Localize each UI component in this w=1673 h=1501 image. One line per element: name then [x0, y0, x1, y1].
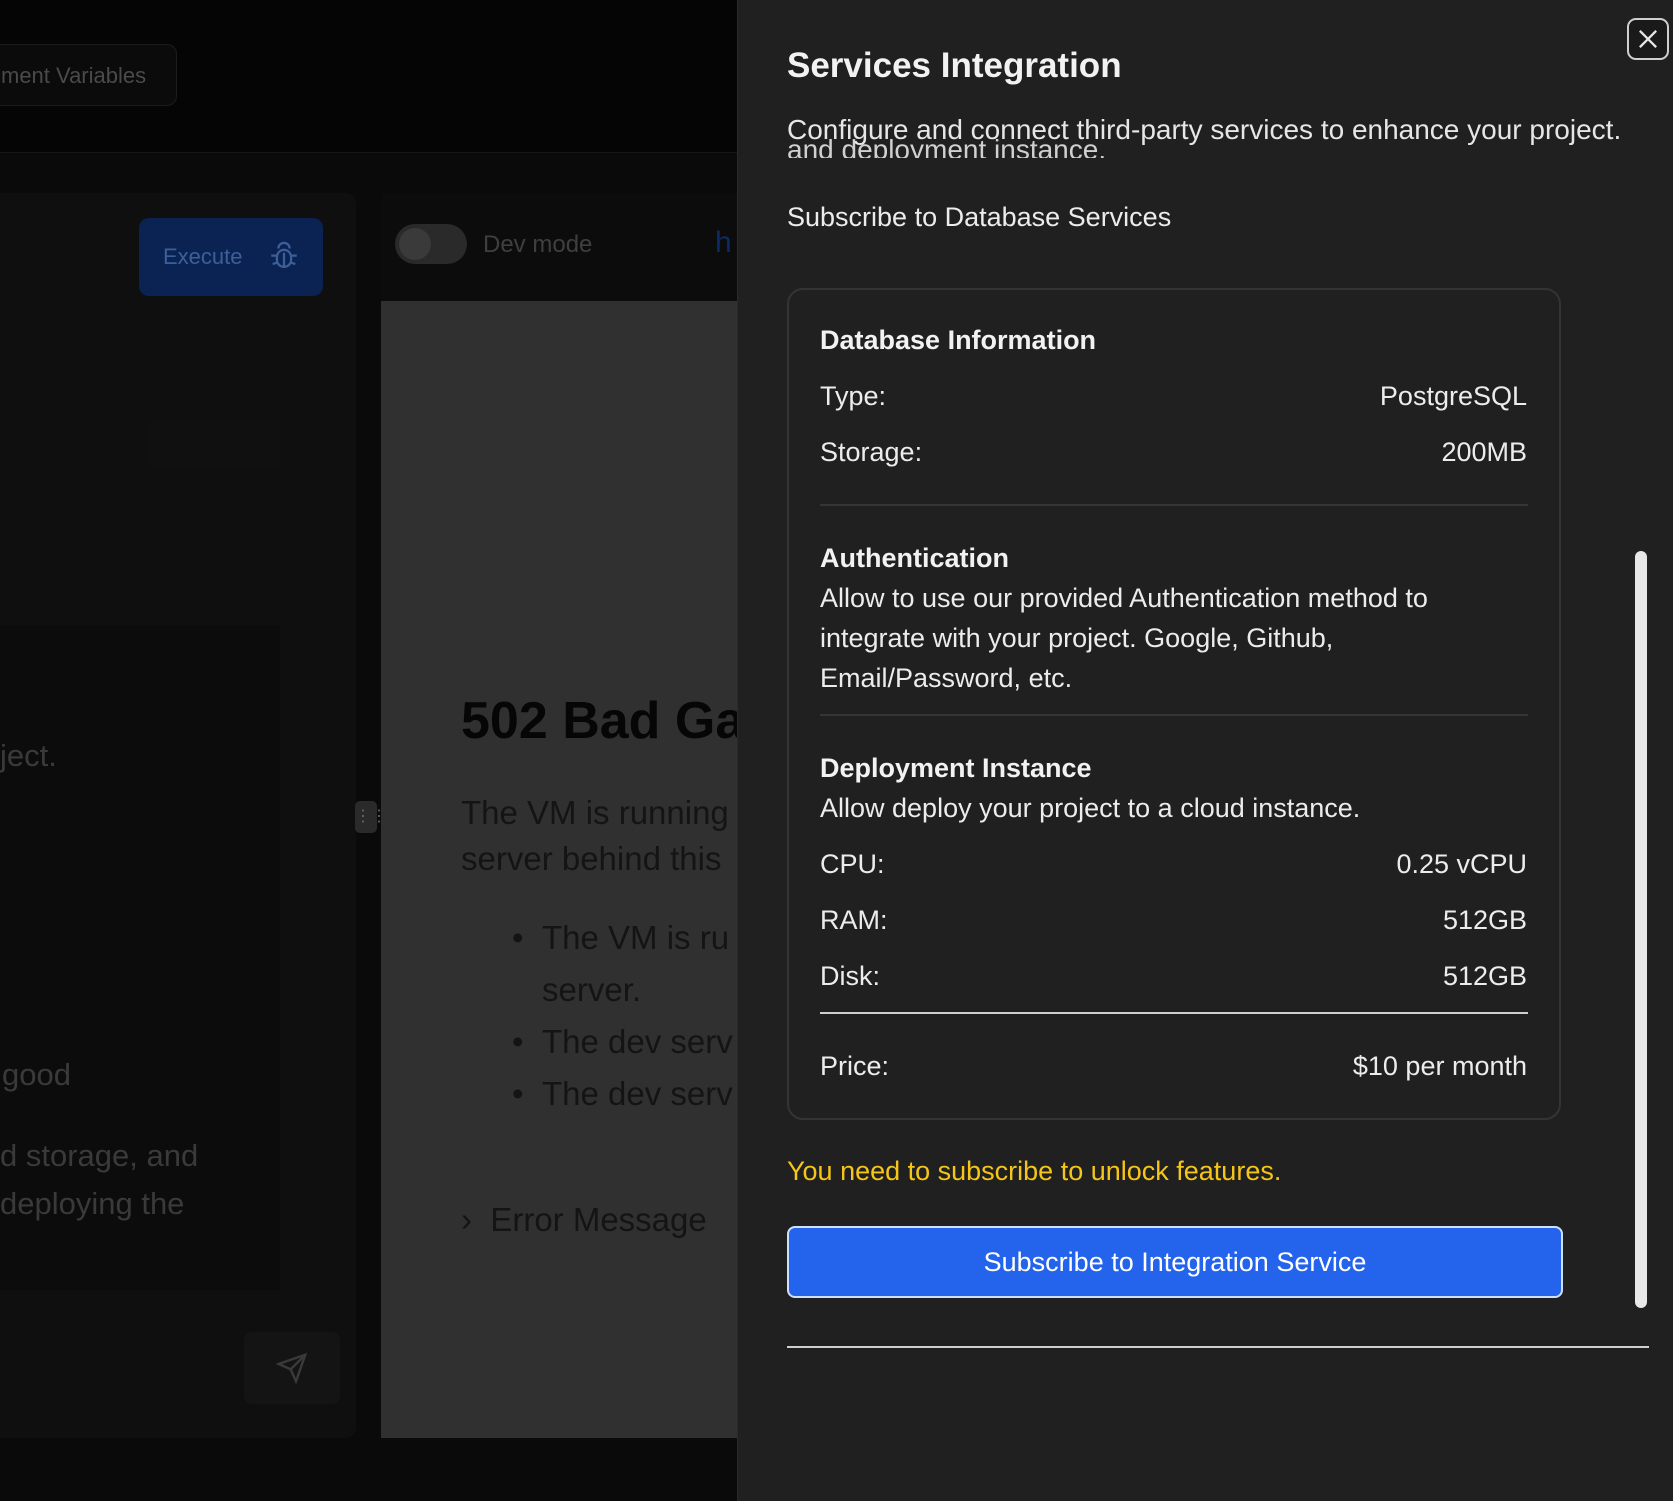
cpu-label: CPU: [820, 849, 885, 879]
cpu-value: 0.25 vCPU [1396, 849, 1527, 879]
disk-value: 512GB [1442, 961, 1527, 991]
send-button[interactable] [244, 1332, 340, 1404]
error-message-label: Error Message [490, 1201, 707, 1238]
close-button[interactable] [1627, 18, 1669, 60]
top-bar: ment Variables [0, 0, 737, 153]
type-label: Type: [820, 381, 887, 411]
authentication-heading: Authentication [820, 543, 1009, 573]
environment-variables-tab-label: ment Variables [1, 63, 147, 88]
bug-icon [271, 241, 297, 269]
storage-value: 200MB [1441, 437, 1527, 467]
drag-handle-icon[interactable]: ⋮⋮ [355, 801, 387, 833]
chat-text-fragment: deploying the [0, 1186, 185, 1221]
price-value: $10 per month [1352, 1051, 1527, 1081]
drawer-title: Services Integration [787, 46, 1122, 85]
ram-label: RAM: [820, 905, 888, 935]
error-text-line: server behind this [461, 840, 722, 877]
error-text-line: The VM is running [461, 794, 729, 831]
dev-mode-toggle[interactable] [395, 224, 467, 264]
deployment-heading: Deployment Instance [820, 753, 1092, 783]
disk-label: Disk: [820, 961, 880, 991]
ram-value: 512GB [1442, 905, 1527, 935]
background-app: ment Variables Execute ject. good d stor… [0, 0, 737, 1501]
authentication-description: Allow to use our provided Authentication… [820, 583, 1428, 693]
subscribe-button[interactable]: Subscribe to Integration Service [787, 1226, 1563, 1298]
storage-label: Storage: [820, 437, 923, 467]
database-heading: Database Information [820, 325, 1097, 355]
close-icon [1639, 30, 1657, 48]
deployment-description: Allow deploy your project to a cloud ins… [820, 793, 1361, 823]
service-info-card [787, 288, 1561, 1120]
error-bullet-continuation: server. [542, 971, 642, 1008]
drawer-scrollbar[interactable] [1635, 551, 1647, 1308]
url-fragment: h [715, 226, 732, 259]
placeholder-block [150, 420, 280, 468]
chat-text-fragment: ject. [0, 738, 57, 773]
subscription-warning: You need to subscribe to unlock features… [787, 1156, 1282, 1186]
chat-text-fragment: d storage, and [0, 1138, 199, 1173]
toggle-knob [399, 228, 431, 260]
price-label: Price: [820, 1051, 890, 1081]
footer-divider [787, 1346, 1649, 1348]
drawer-subtitle: Configure and connect third-party servic… [787, 114, 1622, 145]
environment-variables-tab[interactable]: ment Variables [0, 44, 177, 106]
divider [820, 714, 1528, 716]
error-message-toggle[interactable]: › Error Message [461, 1201, 707, 1239]
divider [820, 504, 1528, 506]
dev-mode-label: Dev mode [483, 231, 593, 258]
preview-frame: 502 Bad Gat The VM is running server beh… [381, 301, 737, 1438]
error-bullet: The dev serv [512, 1075, 733, 1113]
error-title: 502 Bad Gat [461, 692, 737, 750]
type-value: PostgreSQL [1379, 381, 1527, 411]
execute-button-label: Execute [163, 244, 243, 269]
send-icon [276, 1352, 308, 1384]
section-label: Subscribe to Database Services [787, 202, 1172, 232]
execute-button[interactable]: Execute [139, 218, 323, 296]
price-divider [820, 1012, 1528, 1014]
error-bullet: The VM is ru [512, 919, 729, 957]
chat-text-fragment: good [2, 1057, 71, 1092]
error-bullet: The dev serv [512, 1023, 733, 1061]
